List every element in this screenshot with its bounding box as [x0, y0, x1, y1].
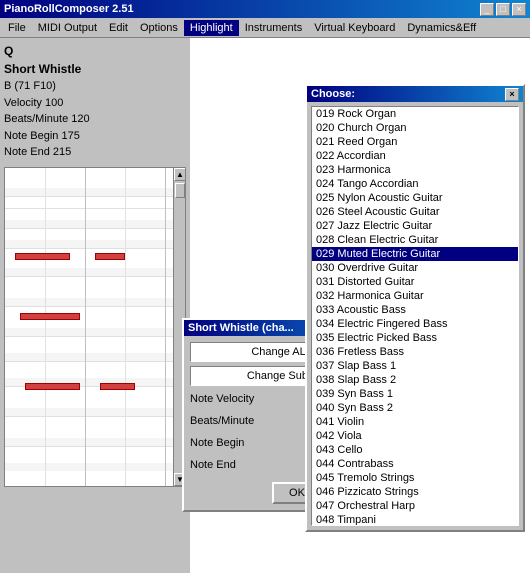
menu-bar: File MIDI Output Edit Options Highlight …: [0, 18, 530, 38]
choose-item[interactable]: 043 Cello: [312, 443, 518, 457]
choose-item[interactable]: 029 Muted Electric Guitar: [312, 247, 518, 261]
choose-item[interactable]: 021 Reed Organ: [312, 135, 518, 149]
choose-item[interactable]: 027 Jazz Electric Guitar: [312, 219, 518, 233]
choose-item[interactable]: 036 Fretless Bass: [312, 345, 518, 359]
choose-item[interactable]: 044 Contrabass: [312, 457, 518, 471]
info-velocity: Velocity 100: [4, 95, 186, 112]
choose-item[interactable]: 046 Pizzicato Strings: [312, 485, 518, 499]
bpm-label: Beats/Minute: [190, 415, 320, 427]
menu-edit[interactable]: Edit: [103, 20, 134, 36]
choose-item[interactable]: 019 Rock Organ: [312, 107, 518, 121]
choose-item[interactable]: 048 Timpani: [312, 513, 518, 526]
choose-item[interactable]: 026 Steel Acoustic Guitar: [312, 205, 518, 219]
menu-midi-output[interactable]: MIDI Output: [32, 20, 103, 36]
choose-item[interactable]: 041 Violin: [312, 415, 518, 429]
choose-item[interactable]: 038 Slap Bass 2: [312, 373, 518, 387]
menu-file[interactable]: File: [2, 20, 32, 36]
title-bar: PianoRollComposer 2.51 _ □ ×: [0, 0, 530, 18]
choose-item[interactable]: 032 Harmonica Guitar: [312, 289, 518, 303]
app-title: PianoRollComposer 2.51: [4, 3, 134, 15]
choose-dialog: Choose: × 019 Rock Organ020 Church Organ…: [305, 84, 525, 532]
choose-item[interactable]: 042 Viola: [312, 429, 518, 443]
menu-virtual-keyboard[interactable]: Virtual Keyboard: [308, 20, 401, 36]
choose-item[interactable]: 030 Overdrive Guitar: [312, 261, 518, 275]
choose-item[interactable]: 033 Acoustic Bass: [312, 303, 518, 317]
info-box: Q Short Whistle B (71 F10) Velocity 100 …: [4, 42, 186, 161]
choose-item[interactable]: 034 Electric Fingered Bass: [312, 317, 518, 331]
maximize-button[interactable]: □: [496, 3, 510, 16]
info-note: B (71 F10): [4, 78, 186, 95]
choose-item[interactable]: 031 Distorted Guitar: [312, 275, 518, 289]
choose-close-button[interactable]: ×: [505, 88, 519, 101]
choose-item[interactable]: 047 Orchestral Harp: [312, 499, 518, 513]
close-button[interactable]: ×: [512, 3, 526, 16]
end-label: Note End: [190, 459, 320, 471]
info-name: Short Whistle: [4, 60, 186, 78]
minimize-button[interactable]: _: [480, 3, 494, 16]
choose-title-bar: Choose: ×: [307, 86, 523, 102]
left-panel: Q Short Whistle B (71 F10) Velocity 100 …: [0, 38, 190, 573]
choose-item[interactable]: 023 Harmonica: [312, 163, 518, 177]
choose-list[interactable]: 019 Rock Organ020 Church Organ021 Reed O…: [311, 106, 519, 526]
choose-item[interactable]: 022 Accordian: [312, 149, 518, 163]
main-area: Q Short Whistle B (71 F10) Velocity 100 …: [0, 38, 530, 573]
menu-highlight[interactable]: Highlight: [184, 20, 239, 36]
info-note-begin: Note Begin 175: [4, 128, 186, 145]
menu-instruments[interactable]: Instruments: [239, 20, 308, 36]
choose-item[interactable]: 024 Tango Accordian: [312, 177, 518, 191]
choose-item[interactable]: 028 Clean Electric Guitar: [312, 233, 518, 247]
choose-item[interactable]: 040 Syn Bass 2: [312, 401, 518, 415]
choose-item[interactable]: 025 Nylon Acoustic Guitar: [312, 191, 518, 205]
window-controls: _ □ ×: [480, 3, 526, 16]
velocity-label: Note Velocity: [190, 393, 320, 405]
choose-item[interactable]: 039 Syn Bass 1: [312, 387, 518, 401]
info-key: Q: [4, 42, 186, 60]
popup-title-text: Short Whistle (cha...: [188, 322, 294, 334]
info-bpm: Beats/Minute 120: [4, 111, 186, 128]
menu-options[interactable]: Options: [134, 20, 184, 36]
info-note-end: Note End 215: [4, 144, 186, 161]
choose-item[interactable]: 045 Tremolo Strings: [312, 471, 518, 485]
choose-title-text: Choose:: [311, 88, 355, 100]
choose-item[interactable]: 035 Electric Picked Bass: [312, 331, 518, 345]
choose-item[interactable]: 037 Slap Bass 1: [312, 359, 518, 373]
choose-item[interactable]: 020 Church Organ: [312, 121, 518, 135]
menu-dynamics[interactable]: Dynamics&Eff: [401, 20, 482, 36]
begin-label: Note Begin: [190, 437, 320, 449]
